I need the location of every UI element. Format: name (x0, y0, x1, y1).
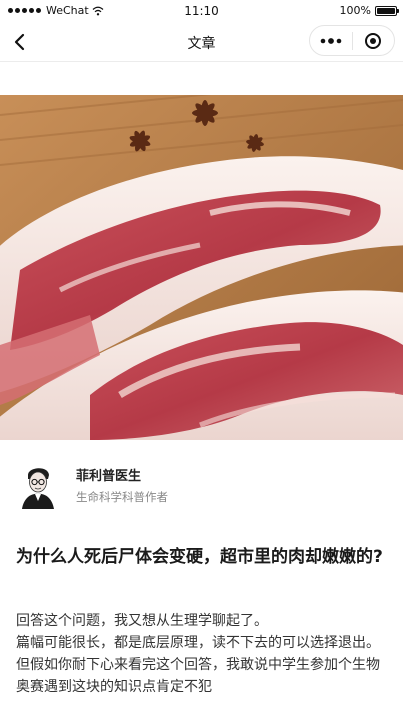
avatar[interactable] (18, 461, 58, 509)
pork-meat-photo (0, 95, 403, 440)
author-role: 生命科学科普作者 (76, 490, 168, 504)
close-button[interactable] (353, 26, 395, 55)
menu-capsule (309, 25, 395, 56)
battery-fill (377, 7, 395, 14)
status-right: 100% (339, 4, 399, 17)
more-button[interactable] (310, 26, 352, 55)
article-body: 回答这个问题，我又想从生理学聊起了。 篇幅可能很长，都是底层原理，读不下去的可以… (16, 610, 391, 698)
nav-bar: 文章 (0, 22, 403, 62)
author-name[interactable]: 菲利普医生 (76, 465, 168, 484)
article-title: 为什么人死后尸体会变硬，超市里的肉却嫩嫩的? (16, 547, 383, 567)
article-paragraph: 回答这个问题，我又想从生理学聊起了。 (16, 613, 268, 629)
article-paragraph: 篇幅可能很长，都是底层原理，读不下去的可以选择退出。但假如你耐下心来看完这个回答… (16, 635, 380, 695)
target-icon (365, 32, 382, 49)
author-text: 菲利普医生 生命科学科普作者 (76, 465, 168, 505)
more-dots-icon (320, 37, 342, 44)
author-info[interactable]: 菲利普医生 生命科学科普作者 (18, 459, 168, 511)
battery-percent: 100% (339, 4, 371, 17)
battery-icon (375, 5, 399, 16)
hero-image (0, 95, 403, 440)
status-bar: WeChat 11:10 100% (0, 0, 403, 22)
